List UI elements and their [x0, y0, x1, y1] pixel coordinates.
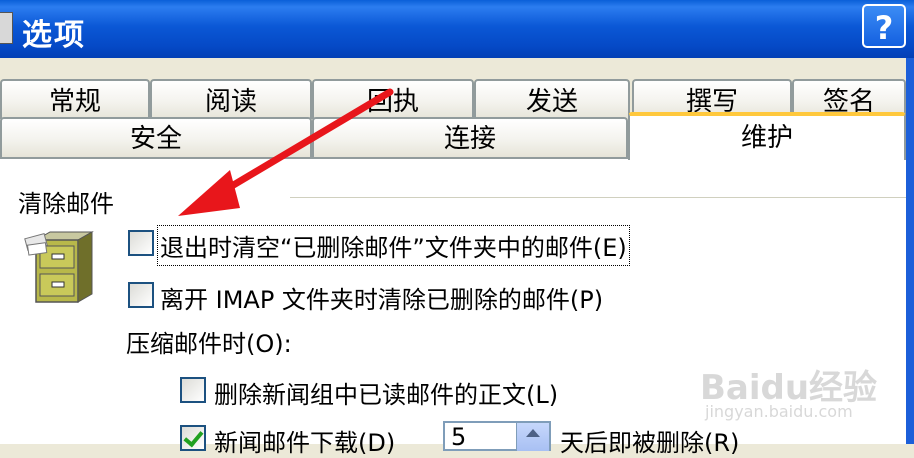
compact-label: 压缩邮件时(O): — [126, 330, 292, 358]
tab-send[interactable]: 发送 — [474, 79, 630, 119]
tab-connection[interactable]: 连接 — [312, 117, 628, 157]
help-button[interactable]: ? — [862, 4, 906, 48]
tab-general[interactable]: 常规 — [0, 79, 150, 119]
tab-receipts[interactable]: 回执 — [312, 79, 474, 119]
purge-imap-label[interactable]: 离开 IMAP 文件夹时清除已删除的邮件(P) — [160, 280, 603, 315]
days-value[interactable]: 5 — [451, 423, 466, 451]
spinner-up-button[interactable] — [516, 423, 549, 451]
days-spinner[interactable]: 5 — [443, 421, 551, 451]
empty-deleted-checkbox[interactable] — [128, 230, 154, 256]
tab-security[interactable]: 安全 — [0, 117, 312, 157]
group-title: 清除邮件 — [18, 190, 114, 218]
title-bar: 选项 ? — [0, 0, 914, 58]
app-icon — [0, 12, 13, 44]
watermark-url: jingyan.baidu.com — [705, 402, 853, 421]
delete-read-news-label[interactable]: 删除新闻组中已读邮件的正文(L) — [214, 375, 558, 410]
delete-read-news-checkbox[interactable] — [180, 377, 206, 403]
news-download-checkbox[interactable] — [180, 425, 206, 451]
group-divider — [290, 197, 906, 198]
days-suffix-label: 天后即被删除(R) — [560, 429, 740, 457]
window-title: 选项 — [22, 18, 86, 53]
tab-maintenance[interactable]: 维护 — [628, 112, 906, 160]
tab-read[interactable]: 阅读 — [150, 79, 312, 119]
news-download-label[interactable]: 新闻邮件下载(D) — [214, 423, 395, 458]
window-frame-right — [906, 58, 914, 444]
filing-cabinet-icon — [24, 231, 94, 303]
purge-imap-checkbox[interactable] — [128, 282, 154, 308]
empty-deleted-label[interactable]: 退出时清空“已删除邮件”文件夹中的邮件(E) — [157, 225, 630, 266]
